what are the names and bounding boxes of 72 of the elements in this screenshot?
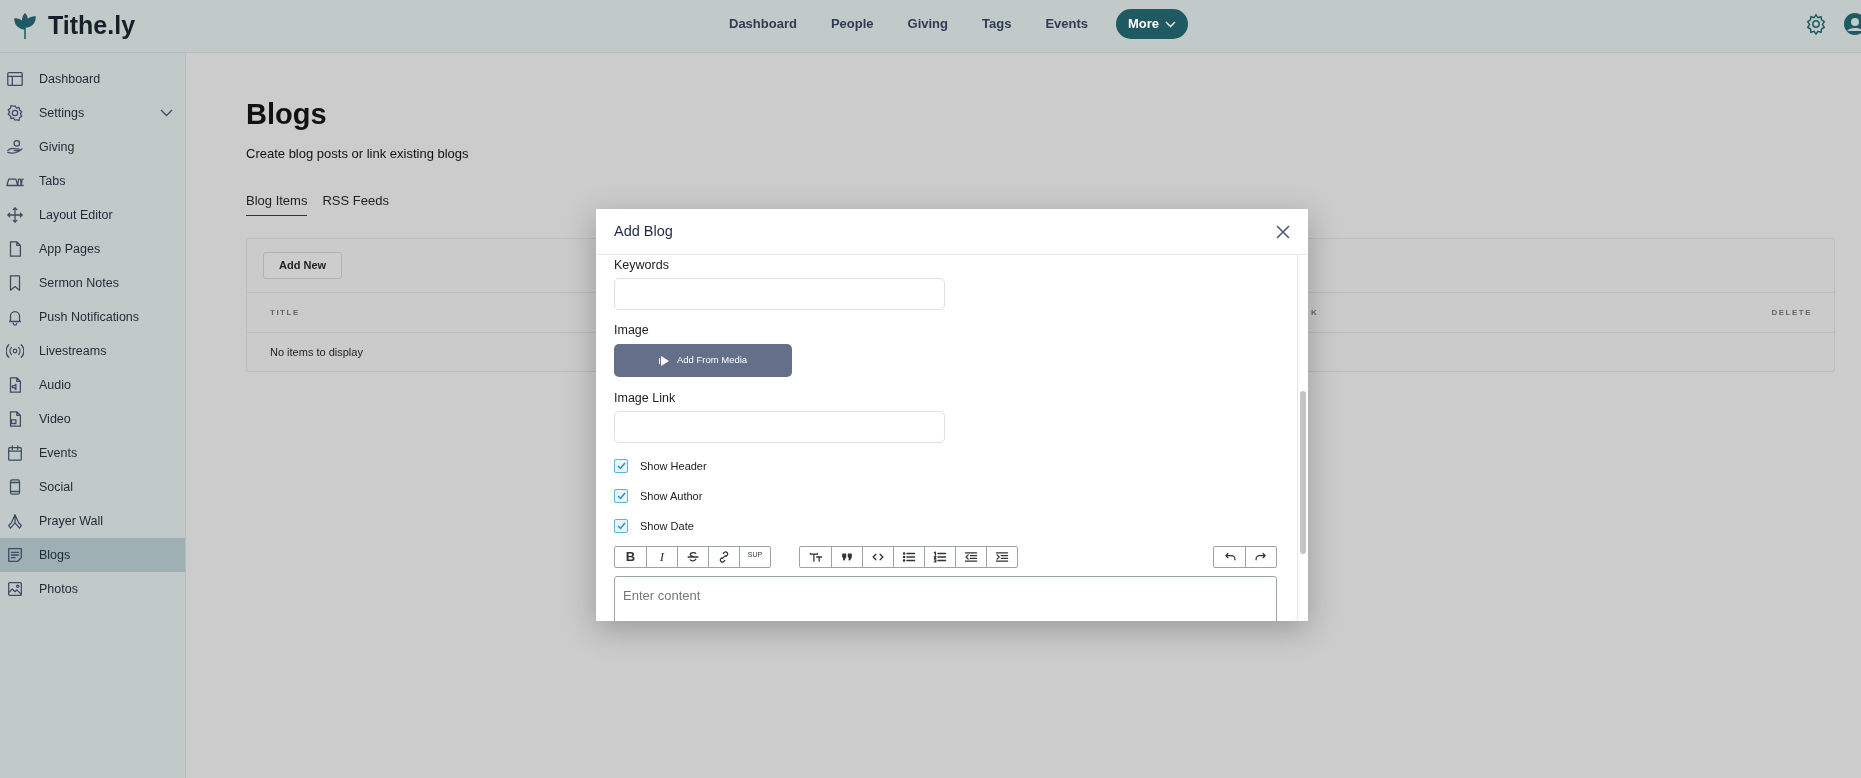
settings-icon[interactable]: [1805, 13, 1827, 35]
text-size-icon: [808, 550, 823, 564]
sidebar-item[interactable]: Prayer Wall: [0, 504, 185, 538]
outdent-icon: [964, 550, 978, 564]
broadcast-icon: [6, 342, 24, 360]
bullet-list-icon: [902, 550, 916, 564]
chevron-down-icon: [1165, 20, 1177, 28]
note-icon: [6, 546, 24, 564]
bell-icon: [6, 308, 24, 326]
content-editor[interactable]: Enter content: [614, 576, 1277, 621]
page-tab[interactable]: RSS Feeds: [322, 190, 389, 216]
sidebar-item[interactable]: Dashboard: [0, 62, 185, 96]
sidebar-item[interactable]: Push Notifications: [0, 300, 185, 334]
numbered-list-icon: [933, 550, 947, 564]
avatar-icon[interactable]: [1843, 12, 1861, 36]
sidebar-item[interactable]: Layout Editor: [0, 198, 185, 232]
page-subtitle: Create blog posts or link existing blogs: [246, 145, 470, 163]
sidebar-item[interactable]: Video: [0, 402, 185, 436]
field-label: Keywords: [614, 257, 670, 274]
sidebar-item[interactable]: Tabs: [0, 164, 185, 198]
checkbox[interactable]: [614, 489, 628, 503]
image-link-field[interactable]: [614, 411, 945, 443]
sidebar-item[interactable]: Photos: [0, 572, 185, 606]
checkbox-label: Show Header: [640, 458, 707, 474]
nav-link[interactable]: Dashboard: [713, 9, 813, 39]
nav-link[interactable]: People: [814, 9, 890, 39]
page-tab[interactable]: Blog Items: [246, 190, 308, 216]
column-header: TITLE: [270, 307, 300, 319]
image-icon: [6, 580, 24, 598]
checkbox[interactable]: [614, 519, 628, 533]
move-arrows-icon: [6, 206, 24, 224]
more-menu-button[interactable]: More: [1116, 9, 1189, 39]
sidebar-item[interactable]: Events: [0, 436, 185, 470]
sidebar-item[interactable]: Audio: [0, 368, 185, 402]
checkbox[interactable]: [614, 459, 628, 473]
scrollbar-thumb[interactable]: [1300, 391, 1306, 554]
checkbox-label: Show Author: [640, 488, 703, 504]
hand-coin-icon: [6, 138, 24, 156]
sidebar-item[interactable]: Social: [0, 470, 185, 504]
brand-name: Tithe.ly: [48, 10, 136, 42]
nav-link[interactable]: Giving: [891, 9, 964, 39]
gear-icon: [6, 104, 24, 122]
editor-placeholder: Enter content: [623, 588, 701, 603]
column-header: K: [1311, 307, 1319, 319]
keywords-field[interactable]: [614, 278, 945, 310]
nav-link[interactable]: Events: [1029, 9, 1104, 39]
field-label: Image Link: [614, 390, 677, 407]
sidebar-item[interactable]: App Pages: [0, 232, 185, 266]
nav-link[interactable]: Tags: [966, 9, 1028, 39]
field-label: Image: [614, 322, 650, 339]
sidebar-item[interactable]: Livestreams: [0, 334, 185, 368]
add-from-media-button[interactable]: Add From Media: [614, 344, 792, 377]
add-new-button[interactable]: Add New: [263, 252, 343, 279]
dialog-title: Add Blog: [614, 221, 673, 241]
checkbox-label: Show Date: [640, 518, 694, 534]
italic-button[interactable]: I: [646, 547, 677, 567]
praying-hands-icon: [6, 512, 24, 530]
sidebar-item[interactable]: Settings: [0, 96, 185, 130]
indent-icon: [995, 550, 1009, 564]
calendar-icon: [6, 444, 24, 462]
sidebar-item[interactable]: Blogs: [0, 538, 185, 572]
layout-icon: [6, 70, 24, 88]
page-title: Blogs: [246, 100, 328, 129]
close-icon[interactable]: [1276, 224, 1290, 239]
sidebar-item[interactable]: Sermon Notes: [0, 266, 185, 300]
play-icon: [658, 355, 669, 366]
strikethrough-icon: [686, 550, 700, 564]
link-icon: [717, 550, 731, 564]
column-header: DELETE: [1771, 307, 1812, 319]
empty-message: No items to display: [270, 344, 363, 360]
bold-button[interactable]: B: [615, 547, 646, 567]
sidebar-item[interactable]: Giving: [0, 130, 185, 164]
